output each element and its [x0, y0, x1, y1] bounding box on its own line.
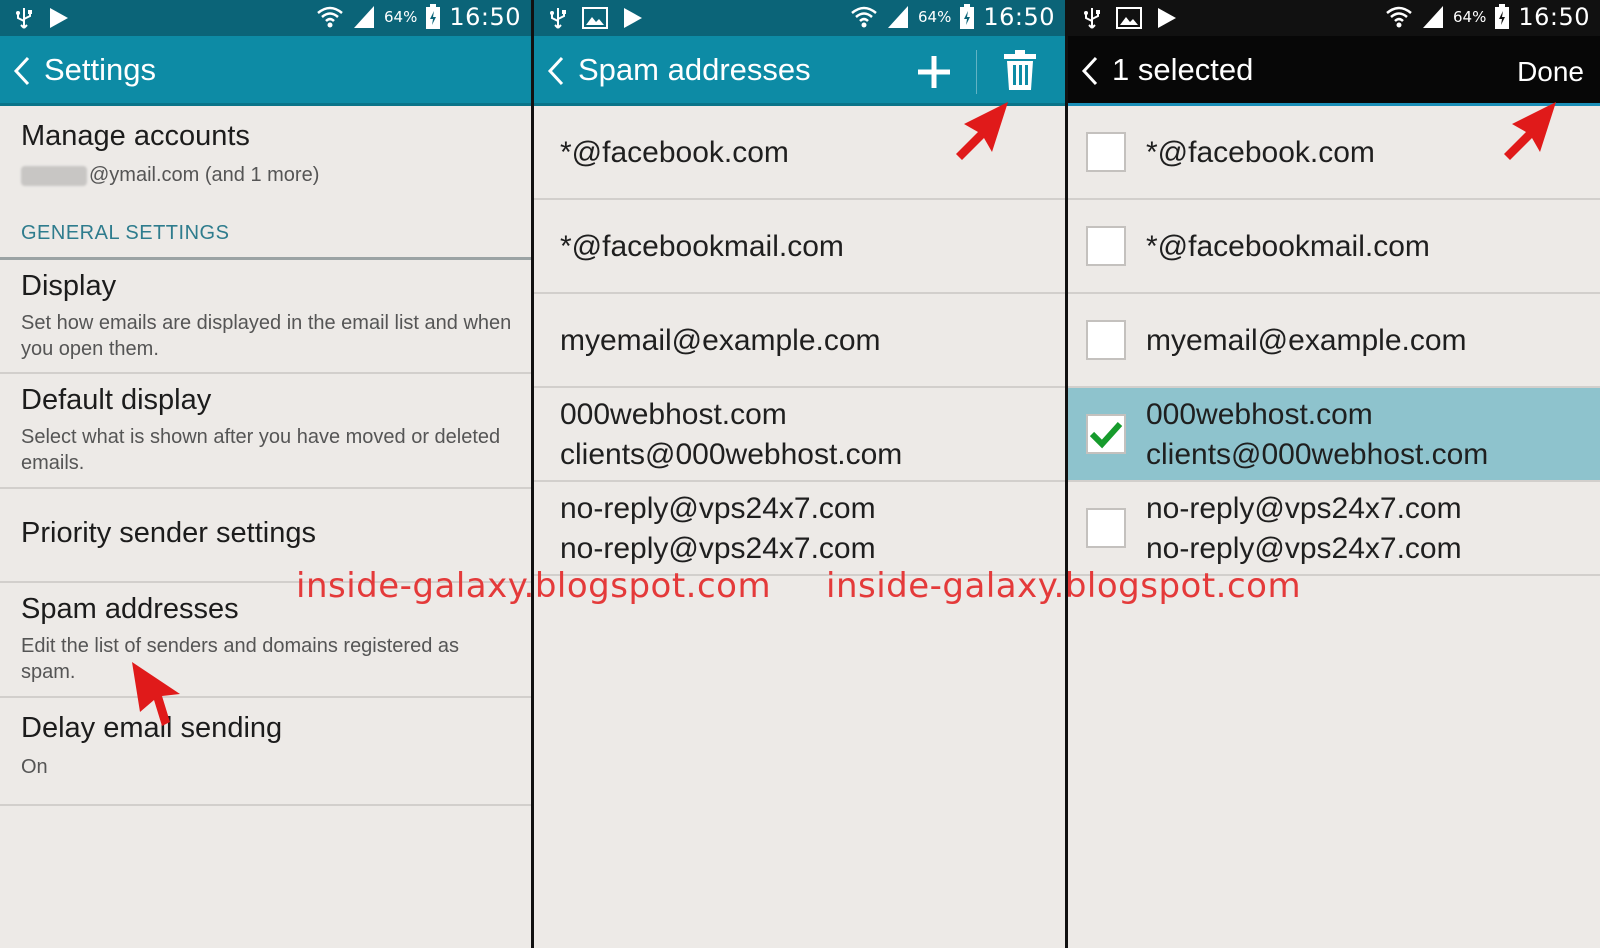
spam-address-text: no-reply@vps24x7.com — [560, 532, 876, 565]
page-title: Spam addresses — [578, 52, 811, 87]
clock: 16:50 — [1518, 3, 1590, 31]
row-checkbox[interactable] — [1086, 508, 1126, 548]
usb-icon — [16, 8, 32, 29]
spam-address-text: no-reply@vps24x7.com — [1146, 532, 1462, 565]
row-checkbox[interactable] — [1086, 320, 1126, 360]
section-header-general-settings: GENERAL SETTINGS — [21, 222, 230, 244]
row-checkbox[interactable] — [1086, 132, 1126, 172]
settings-item-title: Priority sender settings — [21, 517, 316, 549]
redacted-username — [21, 165, 87, 186]
red-pointer-arrow-icon — [132, 662, 180, 726]
usb-icon — [550, 8, 566, 29]
wifi-icon — [1386, 6, 1412, 28]
red-pointer-arrow-icon — [1504, 102, 1556, 160]
watermark-text: inside-galaxy.blogspot.com — [826, 566, 1302, 606]
signal-icon — [353, 6, 374, 28]
selection-screen: 64% 16:50 1 selected Done *@facebook.com… — [1068, 0, 1600, 948]
battery-charging-icon — [1495, 4, 1510, 29]
selectable-address-row[interactable]: no-reply@vps24x7.com no-reply@vps24x7.co… — [1068, 482, 1600, 576]
status-bar: 64% 16:50 — [534, 0, 1065, 36]
settings-item-subtitle: On — [21, 756, 48, 778]
page-title: Settings — [44, 52, 157, 87]
spam-address-text: *@facebook.com — [560, 136, 789, 169]
battery-charging-icon — [960, 4, 975, 29]
selection-count-title: 1 selected — [1112, 52, 1254, 87]
spam-address-text: 000webhost.com — [1146, 398, 1373, 431]
clock: 16:50 — [449, 3, 521, 31]
trash-icon[interactable] — [1002, 50, 1038, 90]
status-bar: 64% 16:50 — [1068, 0, 1600, 36]
clock: 16:50 — [983, 3, 1055, 31]
action-bar: 1 selected Done — [1068, 36, 1600, 106]
account-email-text: @ymail.com (and 1 more) — [89, 164, 320, 186]
manage-accounts-title: Manage accounts — [21, 120, 250, 152]
settings-item-title: Default display — [21, 384, 212, 416]
play-store-icon — [1158, 8, 1176, 28]
manage-accounts-subtitle: @ymail.com (and 1 more) — [21, 162, 513, 188]
spam-address-text: *@facebookmail.com — [560, 230, 844, 263]
play-store-icon — [624, 8, 642, 28]
gallery-icon — [1116, 7, 1142, 29]
play-store-icon — [50, 8, 68, 28]
spam-address-text: myemail@example.com — [1146, 324, 1467, 357]
usb-icon — [1084, 8, 1100, 29]
spam-address-text: *@facebook.com — [1146, 136, 1375, 169]
selectable-address-row-selected[interactable]: 000webhost.com clients@000webhost.com — [1068, 388, 1600, 482]
red-pointer-arrow-icon — [956, 102, 1008, 160]
spam-address-text: clients@000webhost.com — [1146, 438, 1489, 471]
spam-address-text: *@facebookmail.com — [1146, 230, 1430, 263]
selectable-address-row[interactable]: myemail@example.com — [1068, 294, 1600, 388]
selectable-address-row[interactable]: *@facebookmail.com — [1068, 200, 1600, 294]
settings-item-title: Spam addresses — [21, 593, 239, 625]
spam-address-text: clients@000webhost.com — [560, 438, 903, 471]
watermark-text: inside-galaxy.blogspot.com — [296, 566, 772, 606]
spam-address-text: no-reply@vps24x7.com — [1146, 492, 1462, 525]
spam-address-text: no-reply@vps24x7.com — [560, 492, 876, 525]
checkmark-icon — [1089, 421, 1123, 449]
battery-percent: 64% — [917, 8, 952, 26]
spam-address-row[interactable]: 000webhost.com clients@000webhost.com — [534, 388, 1065, 482]
wifi-icon — [317, 6, 343, 28]
settings-item-display[interactable]: Display Set how emails are displayed in … — [0, 260, 531, 374]
battery-percent: 64% — [1452, 8, 1487, 26]
status-bar: 64% 16:50 — [0, 0, 531, 36]
spam-address-row[interactable]: no-reply@vps24x7.com no-reply@vps24x7.co… — [534, 482, 1065, 576]
signal-icon — [1422, 6, 1443, 28]
settings-item-subtitle: Select what is shown after you have move… — [21, 426, 501, 474]
signal-icon — [887, 6, 908, 28]
gallery-icon — [582, 7, 608, 29]
settings-item-delay-email[interactable]: Delay email sending On — [0, 698, 531, 806]
back-chevron-icon[interactable] — [542, 54, 570, 88]
spam-addresses-screen: 64% 16:50 Spam addresses *@facebook.com … — [534, 0, 1065, 948]
action-divider — [976, 50, 977, 94]
battery-percent: 64% — [383, 8, 418, 26]
action-bar: Spam addresses — [534, 36, 1065, 106]
spam-address-text: 000webhost.com — [560, 398, 787, 431]
manage-accounts-item[interactable]: Manage accounts @ymail.com (and 1 more) — [0, 106, 531, 204]
spam-address-row[interactable]: myemail@example.com — [534, 294, 1065, 388]
row-checkbox[interactable] — [1086, 226, 1126, 266]
back-chevron-icon[interactable] — [1076, 54, 1104, 88]
back-chevron-icon[interactable] — [8, 54, 36, 88]
settings-item-subtitle: Edit the list of senders and domains reg… — [21, 635, 460, 683]
add-icon[interactable] — [914, 52, 954, 92]
done-button[interactable]: Done — [1517, 56, 1584, 88]
settings-item-title: Display — [21, 270, 117, 302]
settings-item-default-display[interactable]: Default display Select what is shown aft… — [0, 374, 531, 489]
action-bar: Settings — [0, 36, 531, 106]
battery-charging-icon — [426, 4, 441, 29]
spam-address-text: myemail@example.com — [560, 324, 881, 357]
settings-item-subtitle: Set how emails are displayed in the emai… — [21, 312, 512, 360]
row-checkbox-checked[interactable] — [1086, 414, 1126, 454]
wifi-icon — [851, 6, 877, 28]
spam-address-row[interactable]: *@facebookmail.com — [534, 200, 1065, 294]
settings-screen: 64% 16:50 Settings Manage accounts @ymai… — [0, 0, 531, 948]
